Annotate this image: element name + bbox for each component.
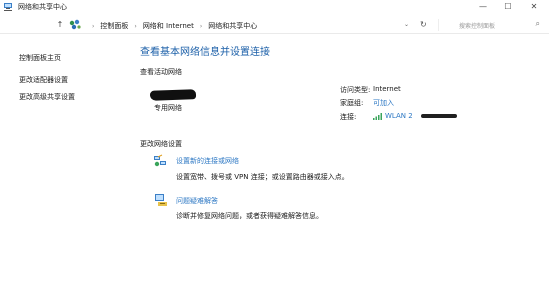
refresh-icon[interactable]: ↻ [420,20,427,29]
network-setup-icon [154,154,166,167]
network-name-redacted [149,89,197,101]
page-title: 查看基本网络信息并设置连接 [140,47,270,58]
network-center-icon [4,3,12,11]
wifi-signal-icon [373,113,382,120]
active-networks-label: 查看活动网络 [140,68,182,76]
search-box[interactable]: 搜索控制面板 ⌕ [438,19,544,31]
homegroup-link[interactable]: 可加入 [373,98,394,108]
breadcrumb-control-panel[interactable]: 控制面板 [100,21,128,31]
troubleshoot-icon [155,194,167,206]
setup-new-connection-link[interactable]: 设置新的连接或网络 [176,156,239,166]
breadcrumb-separator-icon: › [134,22,137,30]
homegroup-label: 家庭组: [340,99,364,107]
access-type-value: Internet [373,85,401,93]
search-input[interactable]: 搜索控制面板 [459,21,495,30]
breadcrumb: › 控制面板 › 网络和 Internet › 网络和共享中心 [86,21,257,31]
network-type-link[interactable]: 专用网络 [154,103,182,113]
breadcrumb-separator-icon: › [199,22,203,30]
maximize-button[interactable]: ☐ [497,1,519,13]
troubleshoot-desc: 诊断并修复网络问题，或者获得疑难解答信息。 [176,212,323,220]
up-button[interactable]: ↑ [54,19,66,31]
setup-new-connection-desc: 设置宽带、拨号或 VPN 连接；或设置路由器或接入点。 [176,173,349,181]
control-panel-icon [69,19,81,30]
wlan-connection-link[interactable]: WLAN 2 [385,112,413,120]
chevron-down-icon[interactable]: ⌄ [404,21,409,28]
ssid-redacted [421,114,457,118]
access-type-label: 访问类型: [340,86,371,94]
sidebar-item-control-panel-home[interactable]: 控制面板主页 [19,53,61,63]
sidebar: 控制面板主页 更改适配器设置 更改高级共享设置 [0,34,120,283]
sidebar-item-change-adapter-settings[interactable]: 更改适配器设置 [19,75,68,85]
address-bar: ↑ › 控制面板 › 网络和 Internet › 网络和共享中心 ⌄ ↻ 搜索… [0,16,549,34]
close-button[interactable]: ✕ [523,1,545,13]
title-bar: 网络和共享中心 — ☐ ✕ [0,0,549,14]
breadcrumb-separator-icon: › [92,22,95,30]
connections-label: 连接: [340,113,357,121]
change-settings-label: 更改网络设置 [140,140,182,148]
breadcrumb-network-center[interactable]: 网络和共享中心 [208,21,257,31]
breadcrumb-network-internet[interactable]: 网络和 Internet [143,21,194,31]
minimize-button[interactable]: — [472,1,494,13]
window-title: 网络和共享中心 [18,3,67,11]
search-icon[interactable]: ⌕ [536,19,540,29]
sidebar-item-advanced-sharing-settings[interactable]: 更改高级共享设置 [19,92,75,102]
troubleshoot-link[interactable]: 问题疑难解答 [176,196,218,206]
